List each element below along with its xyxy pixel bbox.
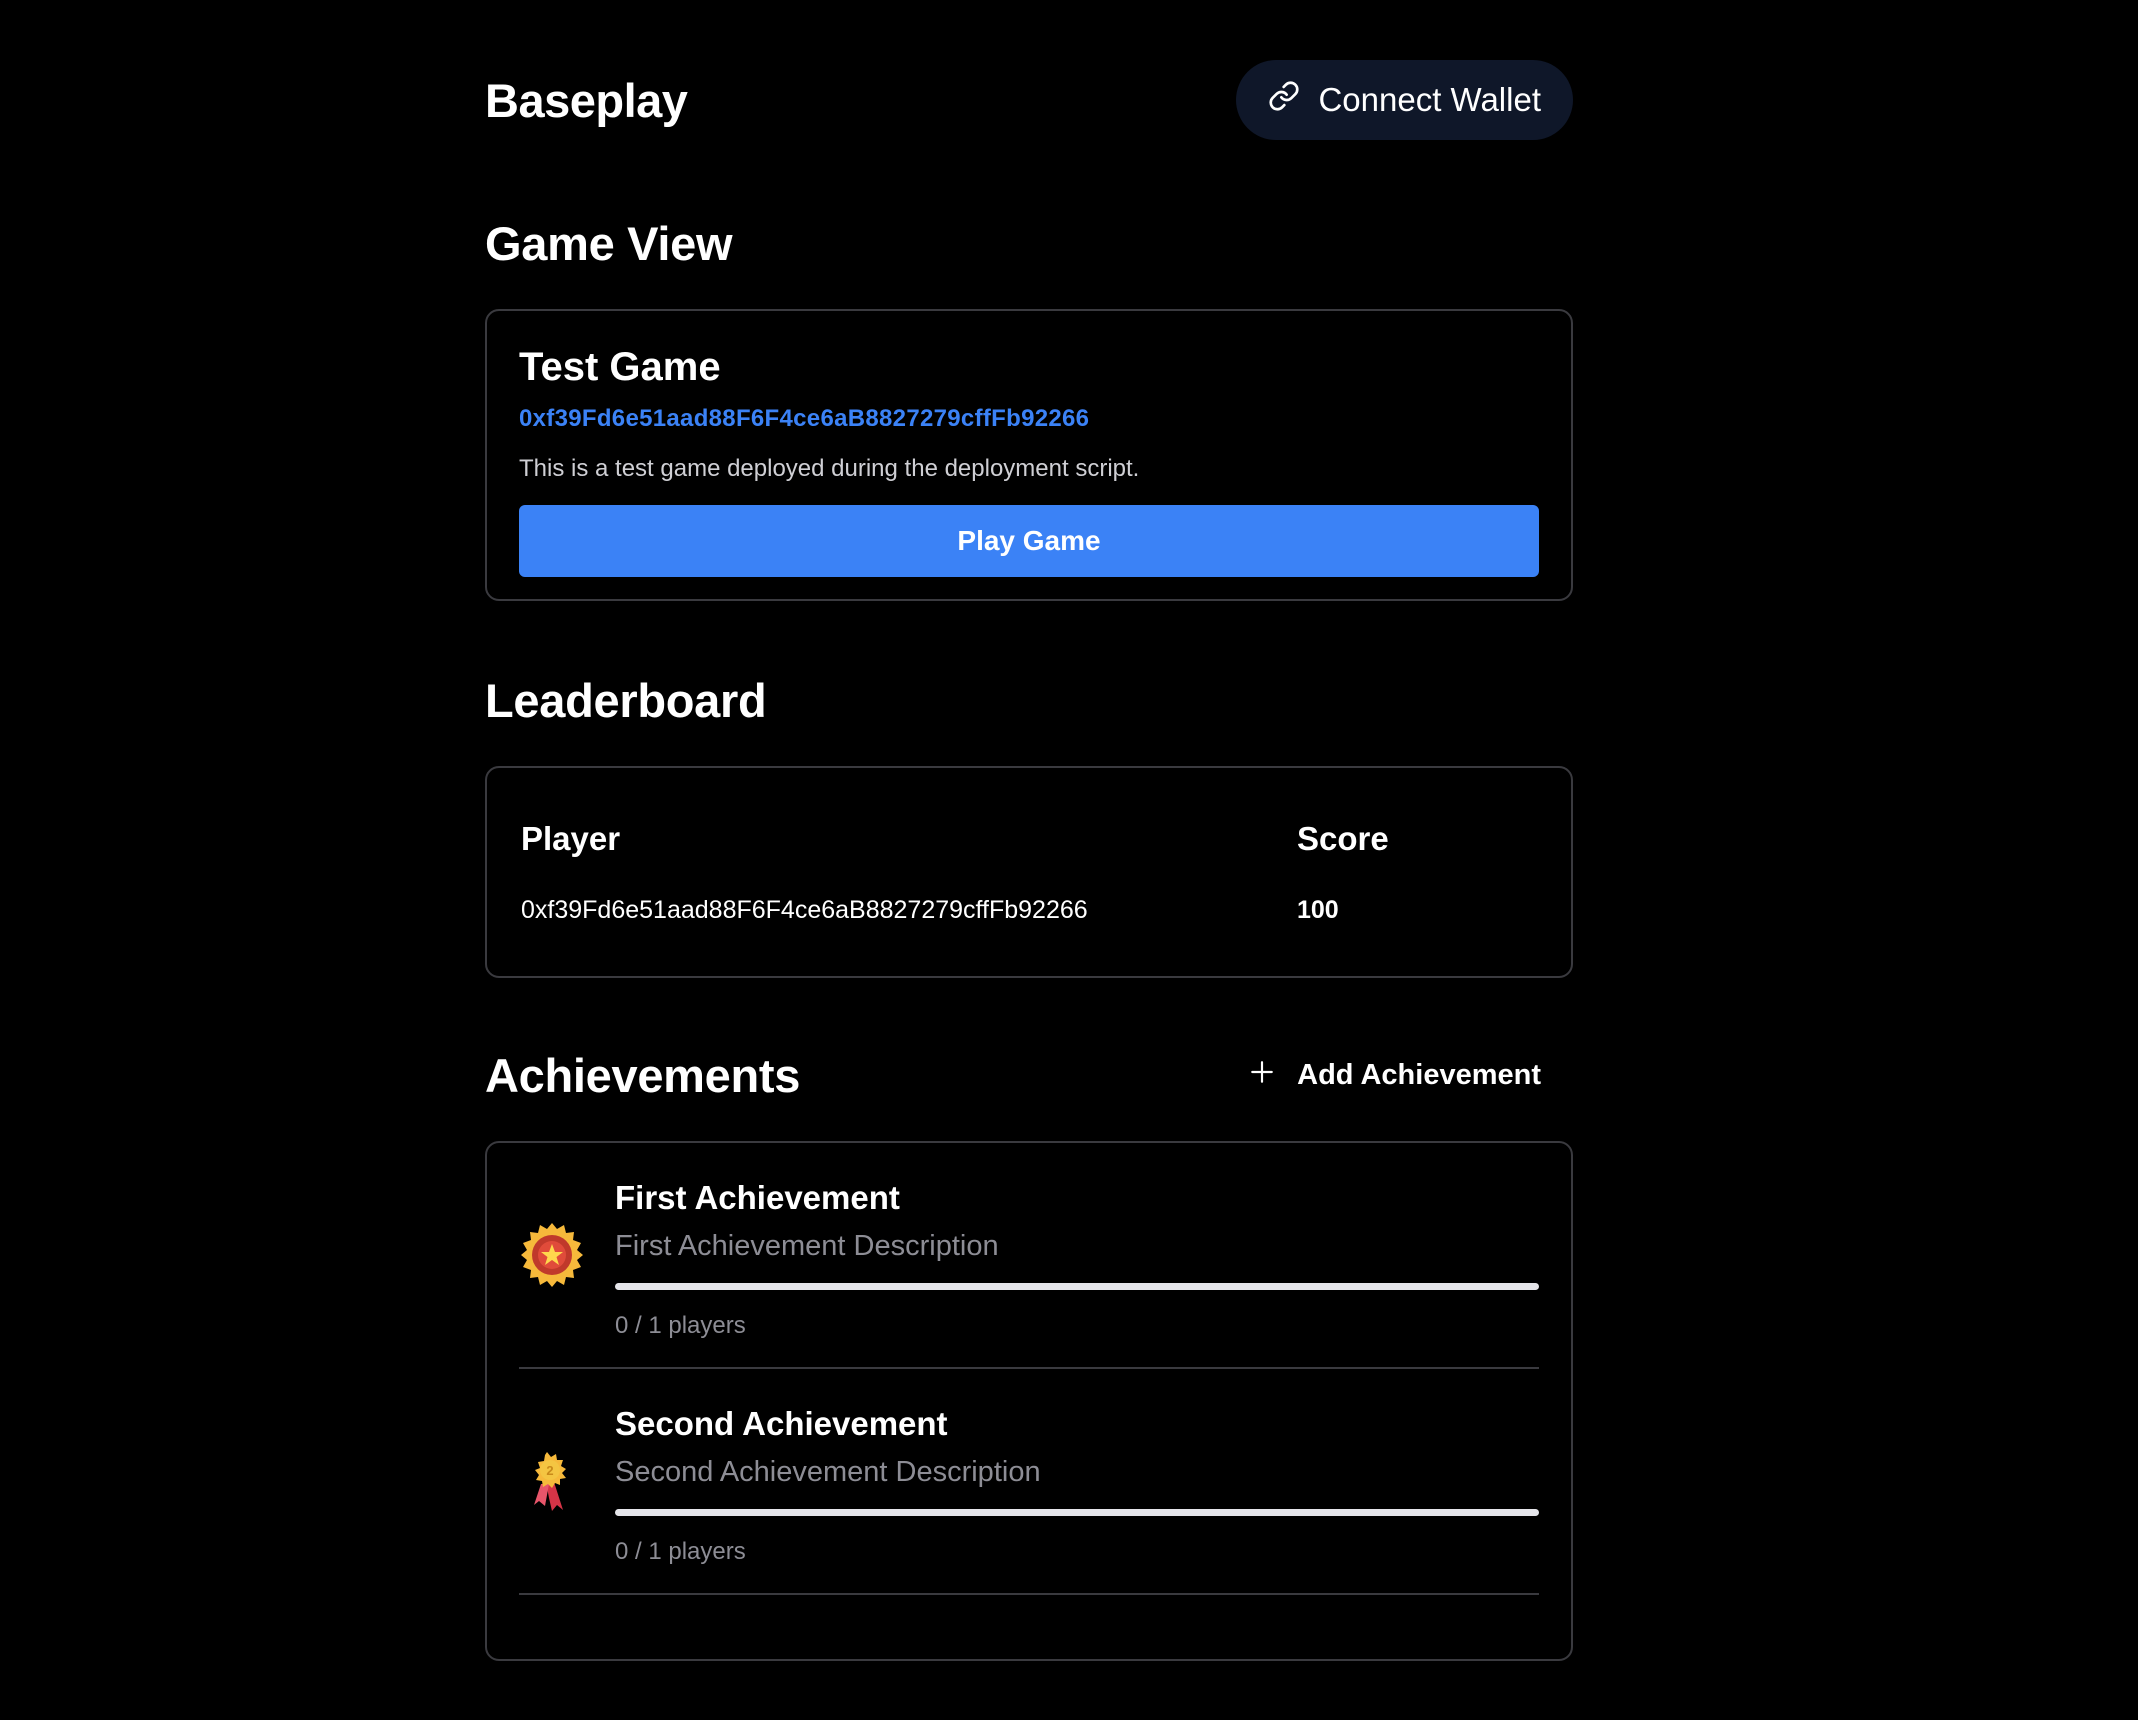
- page: Baseplay Connect Wallet Game View Test G…: [485, 0, 1573, 1661]
- achievement-progress-bar: [615, 1283, 1539, 1290]
- ribbon-medal-icon: 2: [519, 1369, 615, 1593]
- list-item: 2 Second Achievement Second Achievement …: [519, 1369, 1539, 1595]
- table-row: 0xf39Fd6e51aad88F6F4ce6aB8827279cffFb922…: [521, 896, 1537, 925]
- brand-logo-text[interactable]: Baseplay: [485, 73, 688, 128]
- leaderboard-heading: Leaderboard: [485, 674, 767, 727]
- player-address: 0xf39Fd6e51aad88F6F4ce6aB8827279cffFb922…: [521, 896, 1088, 924]
- link-icon: [1268, 80, 1300, 120]
- game-name: Test Game: [519, 345, 721, 389]
- achievement-description: Second Achievement Description: [615, 1456, 1041, 1488]
- player-score: 100: [1297, 896, 1339, 924]
- gold-star-medal-icon: [519, 1143, 615, 1367]
- achievement-name: Second Achievement: [615, 1405, 948, 1442]
- column-header-score: Score: [1297, 820, 1389, 857]
- achievement-details: Second Achievement Second Achievement De…: [615, 1369, 1539, 1593]
- achievement-details: First Achievement First Achievement Desc…: [615, 1143, 1539, 1367]
- list-item: First Achievement First Achievement Desc…: [519, 1143, 1539, 1369]
- svg-text:2: 2: [546, 1463, 553, 1478]
- game-address-link[interactable]: 0xf39Fd6e51aad88F6F4ce6aB8827279cffFb922…: [519, 405, 1539, 433]
- top-header: Baseplay Connect Wallet: [485, 60, 1573, 140]
- add-achievement-button[interactable]: Add Achievement: [1249, 1059, 1573, 1093]
- achievement-name: First Achievement: [615, 1179, 900, 1216]
- add-achievement-label: Add Achievement: [1297, 1059, 1541, 1091]
- achievements-list: First Achievement First Achievement Desc…: [485, 1141, 1573, 1661]
- leaderboard-header-row: Player Score: [521, 820, 1537, 858]
- plus-icon: [1249, 1059, 1275, 1093]
- connect-wallet-button[interactable]: Connect Wallet: [1236, 60, 1573, 140]
- achievements-header: Achievements Add Achievement: [485, 1048, 1573, 1103]
- column-header-player: Player: [521, 820, 621, 857]
- achievement-player-count: 0 / 1 players: [615, 1538, 746, 1565]
- connect-wallet-label: Connect Wallet: [1318, 81, 1541, 118]
- game-description: This is a test game deployed during the …: [519, 455, 1140, 482]
- leaderboard-table: Player Score 0xf39Fd6e51aad88F6F4ce6aB88…: [485, 766, 1573, 978]
- play-game-button[interactable]: Play Game: [519, 505, 1539, 577]
- achievement-player-count: 0 / 1 players: [615, 1312, 746, 1339]
- game-view-heading: Game View: [485, 217, 733, 270]
- game-card: Test Game 0xf39Fd6e51aad88F6F4ce6aB88272…: [485, 309, 1573, 601]
- achievement-progress-bar: [615, 1509, 1539, 1516]
- achievement-description: First Achievement Description: [615, 1230, 999, 1262]
- achievements-heading: Achievements: [485, 1049, 801, 1102]
